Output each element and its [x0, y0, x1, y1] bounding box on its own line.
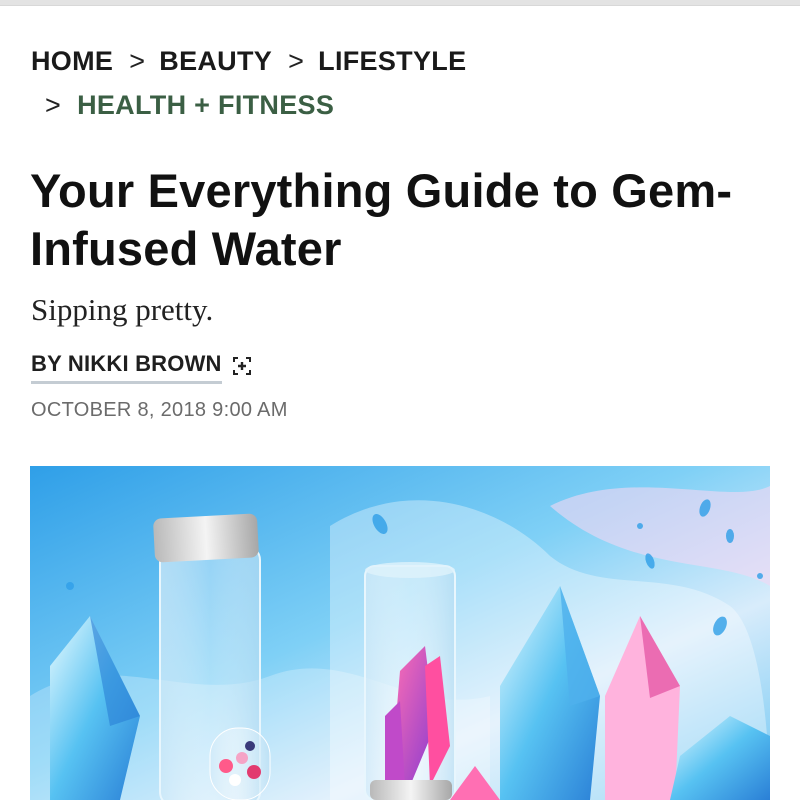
- breadcrumb-separator: >: [45, 90, 62, 120]
- follow-author-icon[interactable]: [232, 356, 252, 376]
- breadcrumb: HOME > BEAUTY > LIFESTYLE > HEALTH + FITNESS: [31, 44, 466, 122]
- article-dek: Sipping pretty.: [31, 292, 214, 327]
- author-link[interactable]: BY NIKKI BROWN: [31, 351, 222, 384]
- breadcrumb-lifestyle[interactable]: LIFESTYLE: [318, 46, 466, 76]
- gem-water-illustration: [30, 466, 770, 800]
- breadcrumb-separator: >: [288, 46, 305, 76]
- breadcrumb-beauty[interactable]: BEAUTY: [159, 46, 272, 76]
- breadcrumb-home[interactable]: HOME: [31, 46, 113, 76]
- breadcrumb-separator: >: [129, 46, 146, 76]
- hero-image: [30, 466, 770, 800]
- article-title: Your Everything Guide to Gem-Infused Wat…: [30, 164, 733, 275]
- top-divider: [0, 0, 800, 6]
- breadcrumb-health-fitness[interactable]: HEALTH + FITNESS: [77, 90, 334, 120]
- byline: BY NIKKI BROWN: [31, 351, 252, 384]
- publish-date: OCTOBER 8, 2018 9:00 AM: [31, 399, 288, 421]
